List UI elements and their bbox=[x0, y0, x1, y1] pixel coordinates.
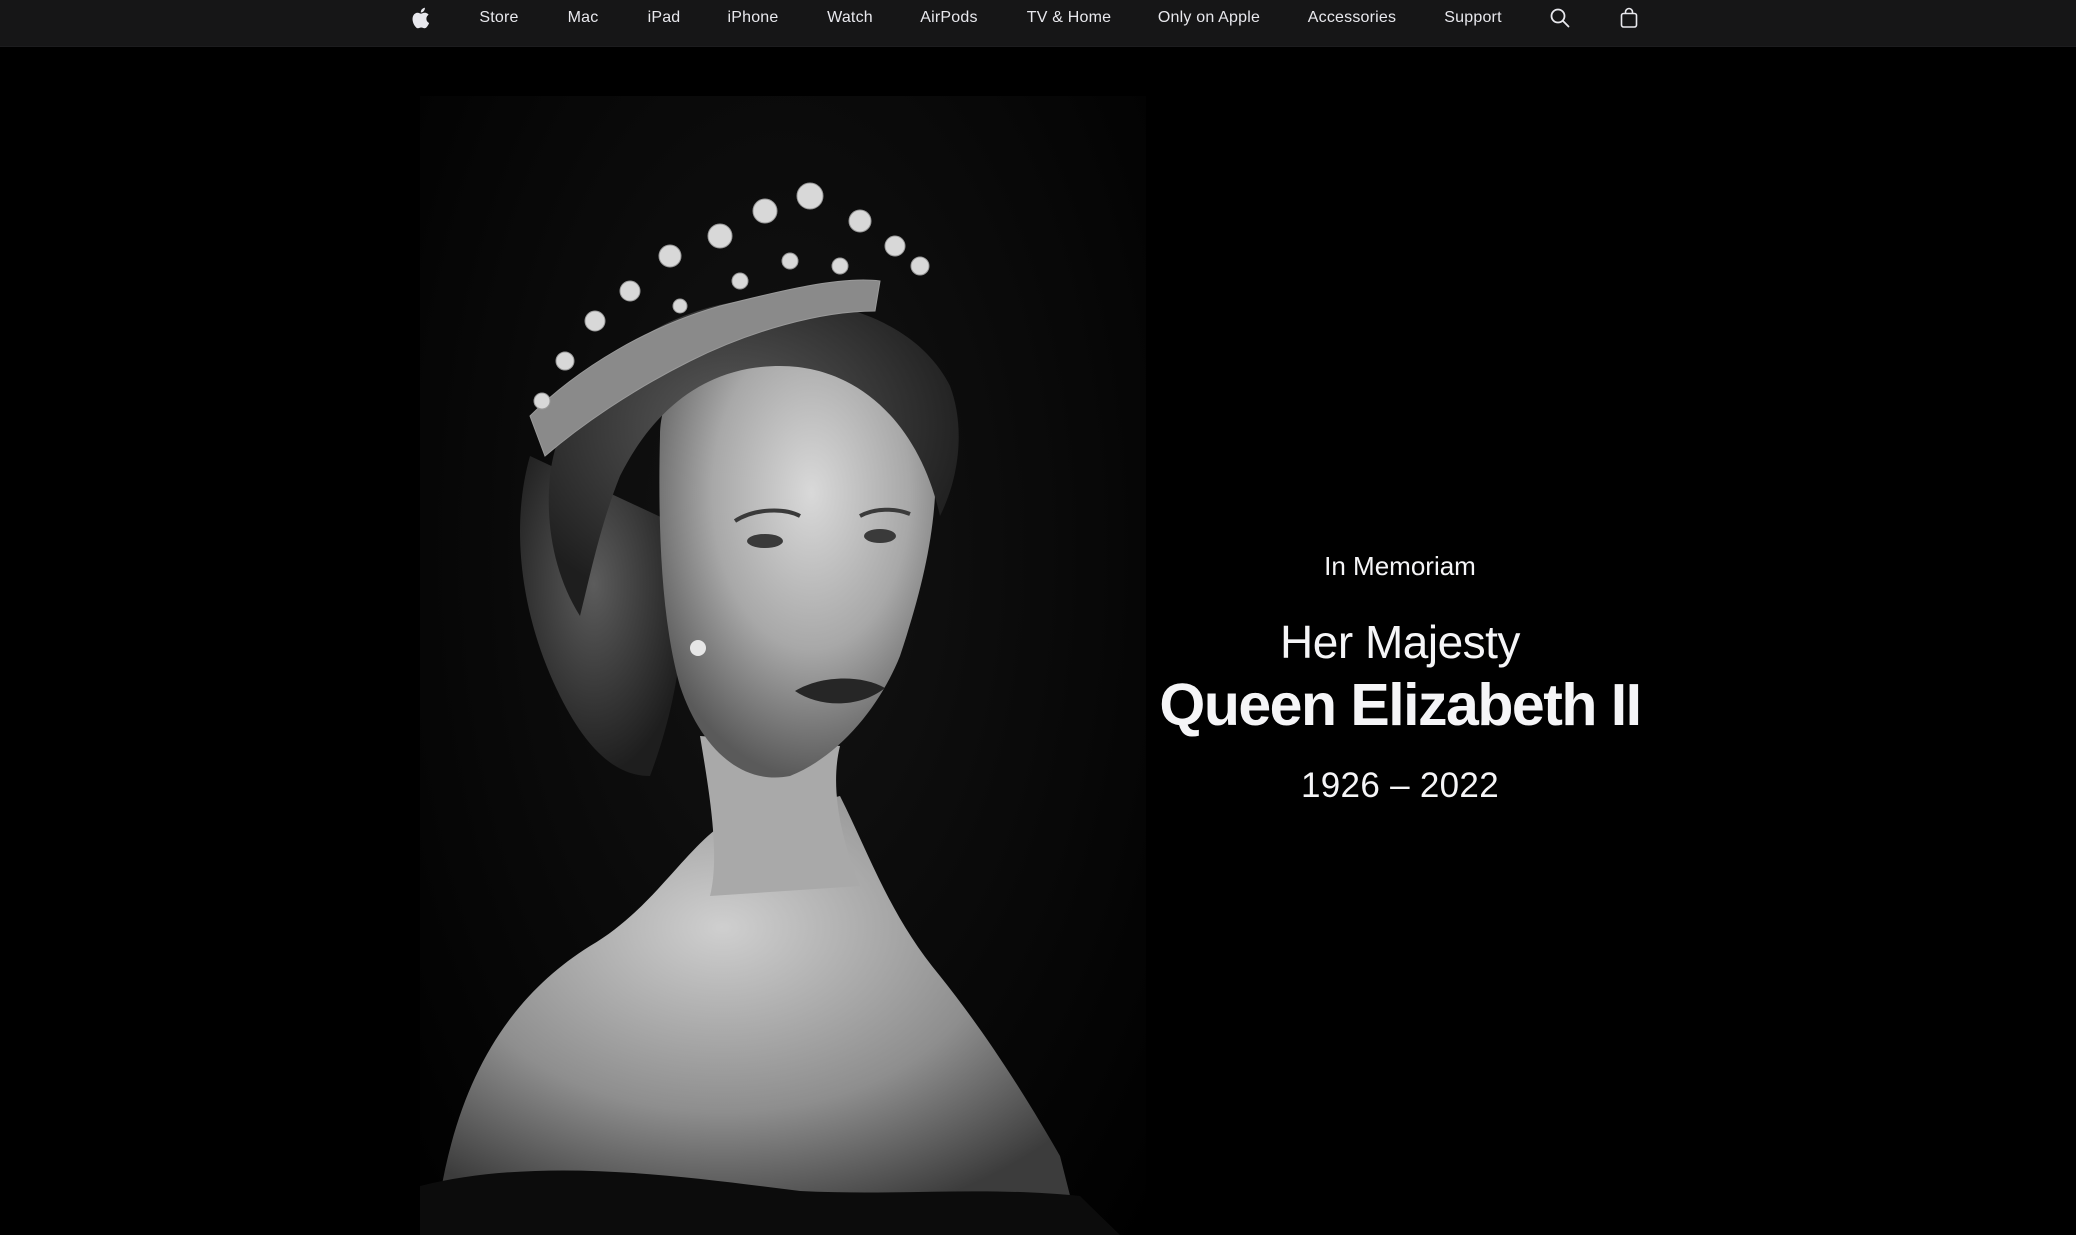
eyebrow-text: In Memoriam bbox=[1324, 551, 1476, 581]
headline-line-1: Her Majesty bbox=[1280, 616, 1520, 668]
portrait-image bbox=[420, 96, 1146, 1235]
nav-item-iphone[interactable]: iPhone bbox=[727, 0, 778, 36]
nav-list: Store Mac iPad iPhone Watch AirPods TV &… bbox=[0, 0, 2076, 46]
life-dates: 1926 – 2022 bbox=[1301, 766, 1499, 805]
nav-item-ipad[interactable]: iPad bbox=[648, 0, 681, 36]
nav-item-watch[interactable]: Watch bbox=[827, 0, 873, 36]
nav-item-tv-home[interactable]: TV & Home bbox=[1027, 0, 1112, 36]
nav-item-store[interactable]: Store bbox=[479, 0, 518, 36]
nav-item-mac[interactable]: Mac bbox=[568, 0, 599, 36]
memorial-copy: In Memoriam Her Majesty Queen Elizabeth … bbox=[1140, 0, 1660, 1235]
headline-line-2: Queen Elizabeth II bbox=[1159, 672, 1642, 738]
global-nav: Store Mac iPad iPhone Watch AirPods TV &… bbox=[0, 0, 2076, 47]
apple-logo-icon[interactable] bbox=[410, 6, 430, 30]
nav-item-airpods[interactable]: AirPods bbox=[920, 0, 977, 36]
